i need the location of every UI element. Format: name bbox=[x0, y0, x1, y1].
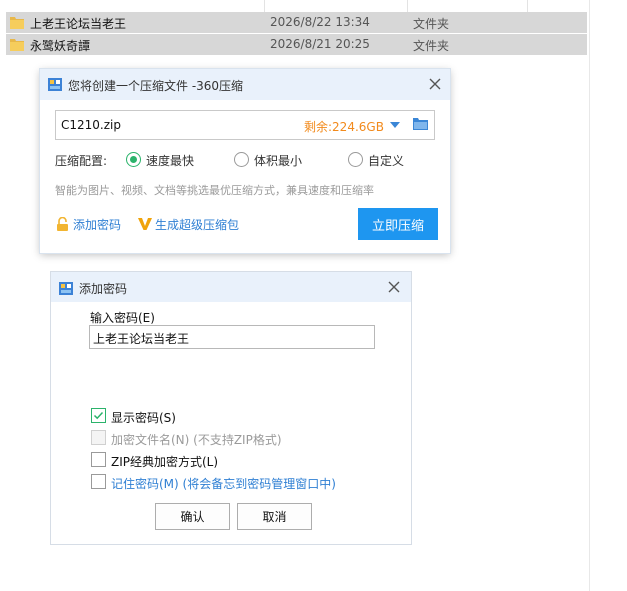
compress-now-button[interactable]: 立即压缩 bbox=[358, 208, 438, 240]
remember-password-checkbox[interactable] bbox=[91, 474, 106, 489]
compress-app-icon bbox=[59, 282, 73, 295]
password-input[interactable]: 上老王论坛当老王 bbox=[89, 325, 375, 349]
add-password-dialog: 添加密码 输入密码(E) 上老王论坛当老王 显示密码(S) 加密文件名(N) (… bbox=[50, 271, 412, 545]
radio-custom-label[interactable]: 自定义 bbox=[368, 152, 404, 169]
password-input-label: 输入密码(E) bbox=[90, 311, 155, 325]
compress-dialog: 您将创建一个压缩文件 -360压缩 C1210.zip 剩余:224.6GB 压… bbox=[40, 69, 450, 253]
radio-fastest[interactable] bbox=[126, 152, 141, 167]
compress-config-label: 压缩配置: bbox=[55, 154, 108, 168]
file-name: 永鹭妖奇譚 bbox=[30, 39, 91, 53]
radio-smallest-label[interactable]: 体积最小 bbox=[254, 152, 302, 169]
zip-classic-encryption-label[interactable]: ZIP经典加密方式(L) bbox=[111, 453, 218, 470]
radio-smallest[interactable] bbox=[234, 152, 249, 167]
close-icon[interactable] bbox=[387, 280, 401, 294]
show-password-label[interactable]: 显示密码(S) bbox=[111, 409, 176, 426]
file-date: 2026/8/22 13:34 bbox=[270, 15, 370, 29]
folder-icon bbox=[10, 17, 24, 29]
radio-custom[interactable] bbox=[348, 152, 363, 167]
password-dialog-titlebar[interactable]: 添加密码 bbox=[51, 272, 411, 302]
file-date: 2026/8/21 20:25 bbox=[270, 37, 370, 51]
show-password-checkbox[interactable] bbox=[91, 408, 106, 423]
file-row[interactable]: 永鹭妖奇譚 2026/8/21 20:25 文件夹 bbox=[6, 34, 587, 55]
explorer-right-pane bbox=[589, 0, 627, 591]
lock-icon bbox=[57, 216, 68, 231]
super-package-link[interactable]: 生成超级压缩包 bbox=[138, 216, 239, 232]
free-space-label: 剩余:224.6GB bbox=[304, 120, 384, 134]
column-separator bbox=[527, 0, 528, 12]
file-type: 文件夹 bbox=[413, 39, 450, 53]
archive-path-field[interactable]: C1210.zip 剩余:224.6GB bbox=[55, 110, 435, 140]
compress-dialog-title: 您将创建一个压缩文件 -360压缩 bbox=[68, 79, 244, 93]
file-type: 文件夹 bbox=[413, 17, 450, 31]
compress-hint: 智能为图片、视频、文档等挑选最优压缩方式，兼具速度和压缩率 bbox=[55, 184, 374, 197]
remember-password-label[interactable]: 记住密码(M) (将会备忘到密码管理窗口中) bbox=[111, 475, 336, 492]
column-separator bbox=[407, 0, 408, 12]
column-separator bbox=[264, 0, 265, 12]
browse-folder-icon[interactable] bbox=[413, 117, 428, 131]
super-package-label: 生成超级压缩包 bbox=[155, 217, 240, 232]
close-icon[interactable] bbox=[428, 77, 442, 91]
compress-dialog-titlebar[interactable]: 您将创建一个压缩文件 -360压缩 bbox=[40, 69, 450, 100]
zip-classic-encryption-checkbox[interactable] bbox=[91, 452, 106, 467]
password-input-value: 上老王论坛当老王 bbox=[93, 332, 190, 346]
radio-fastest-label[interactable]: 速度最快 bbox=[146, 152, 194, 169]
file-row[interactable]: 上老王论坛当老王 2026/8/22 13:34 文件夹 bbox=[6, 12, 587, 33]
checkmark-icon bbox=[93, 411, 104, 420]
add-password-label: 添加密码 bbox=[73, 217, 122, 232]
compress-app-icon bbox=[48, 78, 62, 91]
chevron-down-icon[interactable] bbox=[390, 122, 400, 128]
vip-v-icon bbox=[138, 218, 152, 230]
archive-filename[interactable]: C1210.zip bbox=[61, 118, 121, 132]
file-name: 上老王论坛当老王 bbox=[30, 17, 127, 31]
encrypt-filenames-checkbox bbox=[91, 430, 106, 445]
password-dialog-title: 添加密码 bbox=[79, 282, 128, 296]
add-password-link[interactable]: 添加密码 bbox=[56, 216, 121, 232]
encrypt-filenames-label: 加密文件名(N) (不支持ZIP格式) bbox=[111, 433, 282, 447]
cancel-button[interactable]: 取消 bbox=[237, 503, 312, 530]
folder-icon bbox=[10, 39, 24, 51]
ok-button[interactable]: 确认 bbox=[155, 503, 230, 530]
